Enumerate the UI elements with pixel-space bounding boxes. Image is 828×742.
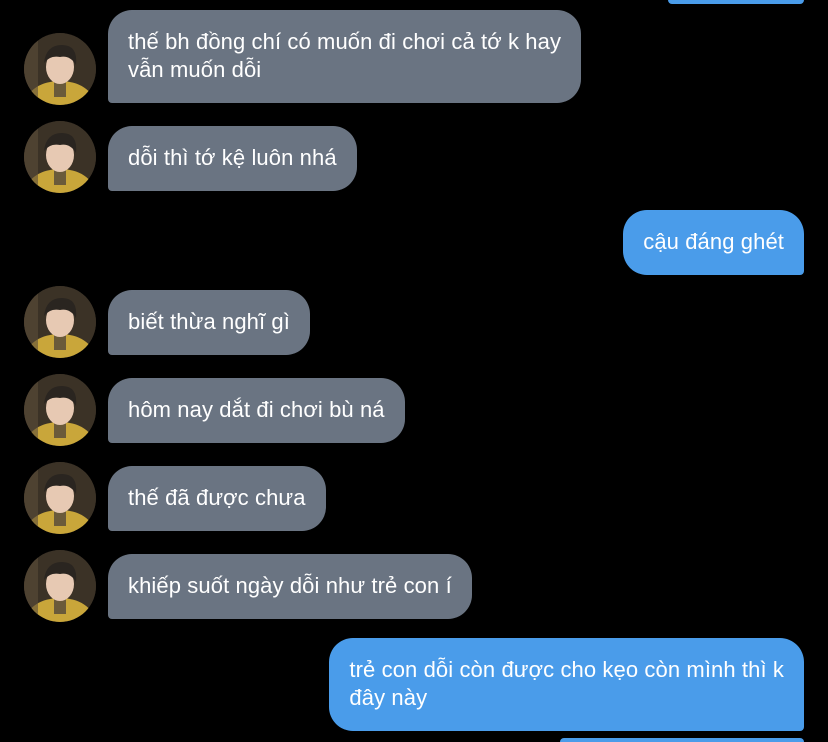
message-text: thế bh đồng chí có muốn đi chơi cả tớ k … xyxy=(128,29,562,54)
message-text: hôm nay dắt đi chơi bù ná xyxy=(128,397,385,422)
message-bubble-outgoing[interactable]: trẻ con dỗi còn được cho kẹo còn mình th… xyxy=(329,638,804,731)
message-text: đây này xyxy=(349,685,428,710)
avatar-photo-icon xyxy=(24,286,96,358)
contact-avatar[interactable] xyxy=(24,462,96,534)
avatar-photo-icon xyxy=(24,33,96,105)
contact-avatar[interactable] xyxy=(24,550,96,622)
message-bubble-incoming[interactable]: hôm nay dắt đi chơi bù ná xyxy=(108,378,405,443)
message-text: cậu đáng ghét xyxy=(643,229,784,254)
avatar-photo-icon xyxy=(24,121,96,193)
message-bubble-incoming[interactable]: thế đã được chưa xyxy=(108,466,326,531)
message-bubble-incoming[interactable]: khiếp suốt ngày dỗi như trẻ con í xyxy=(108,554,472,619)
chat-thread: thế bh đồng chí có muốn đi chơi cả tớ k … xyxy=(0,0,828,742)
partial-message-top xyxy=(668,0,804,4)
message-text: biết thừa nghĩ gì xyxy=(128,309,290,334)
contact-avatar[interactable] xyxy=(24,286,96,358)
avatar-photo-icon xyxy=(24,374,96,446)
avatar-photo-icon xyxy=(24,550,96,622)
message-bubble-outgoing[interactable]: cậu đáng ghét xyxy=(623,210,804,275)
contact-avatar[interactable] xyxy=(24,374,96,446)
message-text: vẫn muốn dỗi xyxy=(128,57,262,82)
message-bubble-incoming[interactable]: biết thừa nghĩ gì xyxy=(108,290,310,355)
partial-message-bottom xyxy=(560,738,804,742)
contact-avatar[interactable] xyxy=(24,121,96,193)
message-bubble-incoming[interactable]: dỗi thì tớ kệ luôn nhá xyxy=(108,126,357,191)
message-text: trẻ con dỗi còn được cho kẹo còn mình th… xyxy=(349,657,784,682)
avatar-photo-icon xyxy=(24,462,96,534)
contact-avatar[interactable] xyxy=(24,33,96,105)
message-bubble-incoming[interactable]: thế bh đồng chí có muốn đi chơi cả tớ k … xyxy=(108,10,582,103)
message-text: thế đã được chưa xyxy=(128,485,306,510)
message-text: khiếp suốt ngày dỗi như trẻ con í xyxy=(128,573,452,598)
message-text: dỗi thì tớ kệ luôn nhá xyxy=(128,145,337,170)
